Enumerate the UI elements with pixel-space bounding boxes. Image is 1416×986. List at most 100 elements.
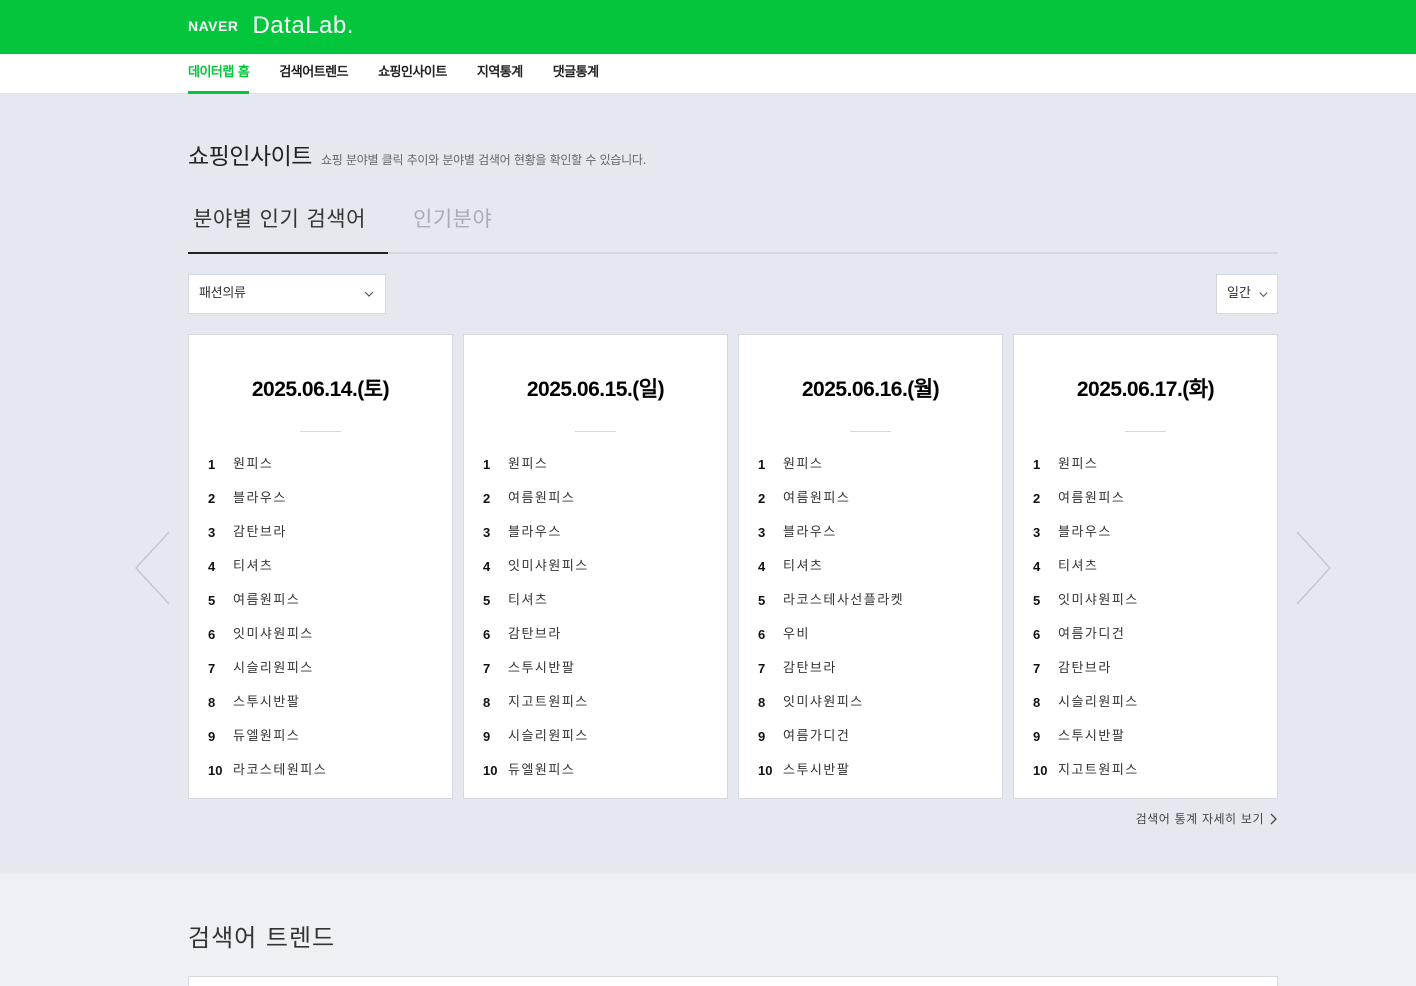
rank-keyword[interactable]: 잇미샤원피스 <box>1058 584 1139 618</box>
rank-keyword[interactable]: 듀엘원피스 <box>233 720 300 754</box>
category-select[interactable]: 패션의류 <box>188 274 386 314</box>
rank-item[interactable]: 1 원피스 <box>208 448 327 482</box>
rank-keyword[interactable]: 원피스 <box>1058 448 1098 482</box>
rank-item[interactable]: 10 듀엘원피스 <box>483 754 589 788</box>
rank-item[interactable]: 1 원피스 <box>1033 448 1139 482</box>
nav-item-1[interactable]: 검색어트렌드 <box>279 54 348 94</box>
rank-keyword[interactable]: 지고트원피스 <box>1058 754 1139 788</box>
ranking-card: 2025.06.14.(토) 1 원피스 2 블라우스 3 감탄브라 4 티셔츠 5 여름원피스 6 잇… <box>188 334 453 799</box>
rank-item[interactable]: 6 우비 <box>758 618 904 652</box>
rank-list: 1 원피스 2 블라우스 3 감탄브라 4 티셔츠 5 여름원피스 6 잇미샤원피스 7 시슬리원피스 8 스… <box>208 448 327 788</box>
rank-item[interactable]: 2 여름원피스 <box>1033 482 1139 516</box>
rank-item[interactable]: 1 원피스 <box>758 448 904 482</box>
rank-item[interactable]: 9 듀엘원피스 <box>208 720 327 754</box>
rank-item[interactable]: 5 티셔츠 <box>483 584 589 618</box>
rank-item[interactable]: 7 스투시반팔 <box>483 652 589 686</box>
rank-keyword[interactable]: 여름가디건 <box>783 720 850 754</box>
rank-item[interactable]: 7 감탄브라 <box>758 652 904 686</box>
rank-item[interactable]: 9 스투시반팔 <box>1033 720 1139 754</box>
rank-keyword[interactable]: 잇미샤원피스 <box>508 550 589 584</box>
rank-item[interactable]: 8 시슬리원피스 <box>1033 686 1139 720</box>
rank-keyword[interactable]: 블라우스 <box>783 516 837 550</box>
rank-item[interactable]: 4 티셔츠 <box>758 550 904 584</box>
search-trend-section: 검색어 트렌드 <box>0 874 1416 986</box>
rank-keyword[interactable]: 여름가디건 <box>1058 618 1125 652</box>
rank-keyword[interactable]: 감탄브라 <box>508 618 562 652</box>
rank-keyword[interactable]: 티셔츠 <box>233 550 273 584</box>
rank-item[interactable]: 10 지고트원피스 <box>1033 754 1139 788</box>
rank-item[interactable]: 3 감탄브라 <box>208 516 327 550</box>
rank-item[interactable]: 8 스투시반팔 <box>208 686 327 720</box>
rank-keyword[interactable]: 원피스 <box>233 448 273 482</box>
rank-item[interactable]: 2 여름원피스 <box>758 482 904 516</box>
rank-keyword[interactable]: 시슬리원피스 <box>233 652 314 686</box>
rank-item[interactable]: 5 라코스테사선플라켓 <box>758 584 904 618</box>
rank-keyword[interactable]: 지고트원피스 <box>508 686 589 720</box>
rank-keyword[interactable]: 우비 <box>783 618 810 652</box>
rank-keyword[interactable]: 블라우스 <box>508 516 562 550</box>
rank-item[interactable]: 8 지고트원피스 <box>483 686 589 720</box>
card-divider <box>575 431 616 432</box>
logo[interactable]: NAVER DataLab. <box>188 12 354 40</box>
rank-keyword[interactable]: 여름원피스 <box>1058 482 1125 516</box>
rank-keyword[interactable]: 시슬리원피스 <box>508 720 589 754</box>
rank-keyword[interactable]: 티셔츠 <box>508 584 548 618</box>
rank-item[interactable]: 6 감탄브라 <box>483 618 589 652</box>
rank-item[interactable]: 4 잇미샤원피스 <box>483 550 589 584</box>
rank-keyword[interactable]: 여름원피스 <box>233 584 300 618</box>
rank-keyword[interactable]: 라코스테원피스 <box>233 754 327 788</box>
naver-logo[interactable]: NAVER <box>188 18 238 34</box>
rank-keyword[interactable]: 잇미샤원피스 <box>233 618 314 652</box>
rank-item[interactable]: 7 감탄브라 <box>1033 652 1139 686</box>
rank-item[interactable]: 3 블라우스 <box>483 516 589 550</box>
more-stats-link[interactable]: 검색어 통계 자세히 보기 <box>1136 810 1278 827</box>
period-select[interactable]: 일간 <box>1216 274 1278 314</box>
rank-item[interactable]: 6 잇미샤원피스 <box>208 618 327 652</box>
rank-item[interactable]: 4 티셔츠 <box>208 550 327 584</box>
rank-keyword[interactable]: 감탄브라 <box>233 516 287 550</box>
chevron-right-icon[interactable] <box>1294 528 1334 608</box>
rank-item[interactable]: 1 원피스 <box>483 448 589 482</box>
rank-keyword[interactable]: 잇미샤원피스 <box>783 686 864 720</box>
rank-keyword[interactable]: 스투시반팔 <box>508 652 575 686</box>
rank-keyword[interactable]: 스투시반팔 <box>233 686 300 720</box>
rank-keyword[interactable]: 여름원피스 <box>508 482 575 516</box>
rank-keyword[interactable]: 듀엘원피스 <box>508 754 575 788</box>
nav-item-2[interactable]: 쇼핑인사이트 <box>378 54 447 94</box>
rank-item[interactable]: 9 여름가디건 <box>758 720 904 754</box>
rank-item[interactable]: 10 라코스테원피스 <box>208 754 327 788</box>
rank-item[interactable]: 9 시슬리원피스 <box>483 720 589 754</box>
rank-keyword[interactable]: 여름원피스 <box>783 482 850 516</box>
nav-item-4[interactable]: 댓글통계 <box>553 54 599 94</box>
rank-item[interactable]: 6 여름가디건 <box>1033 618 1139 652</box>
tab-popular-keywords[interactable]: 분야별 인기 검색어 <box>188 200 388 254</box>
rank-item[interactable]: 4 티셔츠 <box>1033 550 1139 584</box>
rank-item[interactable]: 5 잇미샤원피스 <box>1033 584 1139 618</box>
rank-keyword[interactable]: 원피스 <box>508 448 548 482</box>
rank-item[interactable]: 7 시슬리원피스 <box>208 652 327 686</box>
tab-popular-categories[interactable]: 인기분야 <box>413 200 492 254</box>
rank-keyword[interactable]: 감탄브라 <box>1058 652 1112 686</box>
rank-item[interactable]: 10 스투시반팔 <box>758 754 904 788</box>
rank-item[interactable]: 2 블라우스 <box>208 482 327 516</box>
rank-keyword[interactable]: 블라우스 <box>1058 516 1112 550</box>
rank-item[interactable]: 8 잇미샤원피스 <box>758 686 904 720</box>
chevron-left-icon[interactable] <box>132 528 172 608</box>
rank-item[interactable]: 3 블라우스 <box>1033 516 1139 550</box>
rank-keyword[interactable]: 스투시반팔 <box>1058 720 1125 754</box>
nav-item-0[interactable]: 데이터랩 홈 <box>188 54 250 94</box>
rank-item[interactable]: 2 여름원피스 <box>483 482 589 516</box>
rank-keyword[interactable]: 라코스테사선플라켓 <box>783 584 904 618</box>
rank-keyword[interactable]: 시슬리원피스 <box>1058 686 1139 720</box>
datalab-logo[interactable]: DataLab. <box>252 12 353 40</box>
rank-keyword[interactable]: 스투시반팔 <box>783 754 850 788</box>
rank-keyword[interactable]: 티셔츠 <box>783 550 823 584</box>
rank-keyword[interactable]: 원피스 <box>783 448 823 482</box>
nav-item-3[interactable]: 지역통계 <box>477 54 523 94</box>
rank-item[interactable]: 5 여름원피스 <box>208 584 327 618</box>
rank-keyword[interactable]: 티셔츠 <box>1058 550 1098 584</box>
rank-item[interactable]: 3 블라우스 <box>758 516 904 550</box>
rank-keyword[interactable]: 블라우스 <box>233 482 287 516</box>
rank-list: 1 원피스 2 여름원피스 3 블라우스 4 티셔츠 5 라코스테사선플라켓 6 우비 7 감탄브라 8 잇미… <box>758 448 904 788</box>
rank-keyword[interactable]: 감탄브라 <box>783 652 837 686</box>
